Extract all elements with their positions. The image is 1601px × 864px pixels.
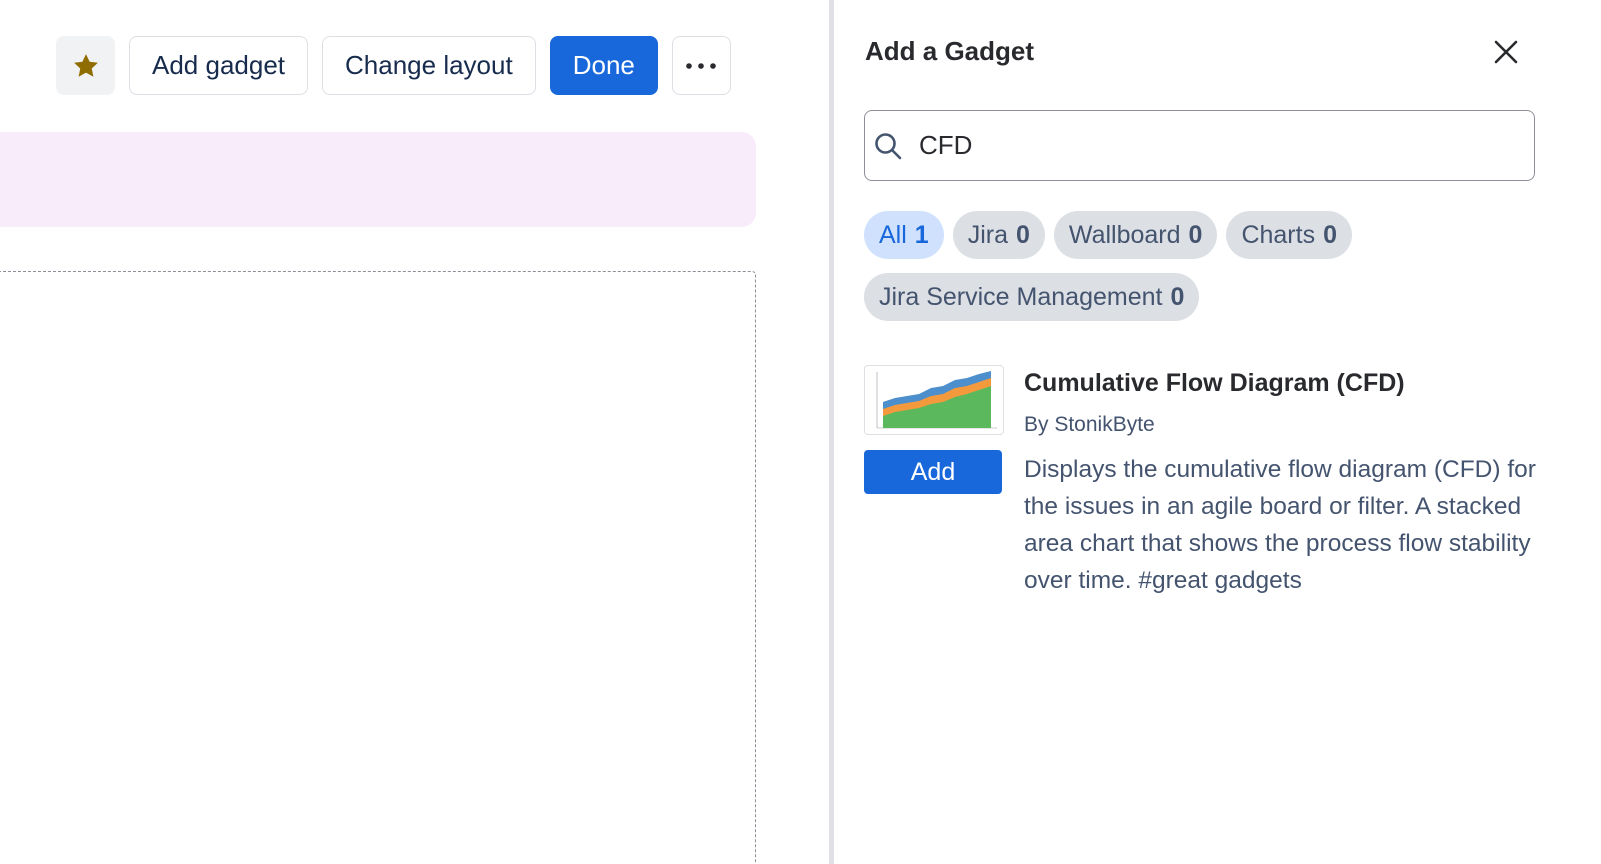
filter-chip-all[interactable]: All 1 bbox=[864, 211, 944, 259]
chip-count: 0 bbox=[1170, 282, 1185, 311]
gadget-drop-zone[interactable] bbox=[0, 271, 756, 864]
filter-chip-wallboard[interactable]: Wallboard 0 bbox=[1053, 211, 1218, 259]
dashboard-toolbar: Add gadget Change layout Done bbox=[56, 36, 731, 95]
close-icon bbox=[1494, 40, 1518, 64]
star-icon bbox=[73, 53, 98, 77]
filter-chip-jira[interactable]: Jira 0 bbox=[952, 211, 1045, 259]
chip-label: Wallboard bbox=[1068, 220, 1181, 249]
gadget-author: By StonikByte bbox=[1024, 413, 1155, 436]
done-button[interactable]: Done bbox=[549, 36, 658, 95]
chip-count: 0 bbox=[1188, 220, 1203, 249]
chip-label: Charts bbox=[1241, 220, 1316, 249]
more-actions-button[interactable] bbox=[671, 36, 731, 95]
filter-chips: All 1 Jira 0 Wallboard 0 Charts 0 Jira S… bbox=[864, 211, 1544, 321]
chip-label: All bbox=[879, 220, 907, 249]
search-icon bbox=[873, 131, 903, 161]
change-layout-button[interactable]: Change layout bbox=[322, 36, 536, 95]
search-input[interactable] bbox=[919, 130, 1519, 161]
filter-chip-jira-service-management[interactable]: Jira Service Management 0 bbox=[864, 273, 1200, 321]
add-gadget-panel: Add a Gadget All 1 Jira 0 bbox=[834, 0, 1601, 864]
gadget-title[interactable]: Cumulative Flow Diagram (CFD) bbox=[1024, 369, 1405, 398]
chip-label: Jira Service Management bbox=[879, 282, 1163, 311]
search-box[interactable] bbox=[864, 110, 1535, 181]
close-button[interactable] bbox=[1488, 34, 1524, 70]
chip-count: 0 bbox=[1016, 220, 1030, 249]
filter-chip-charts[interactable]: Charts 0 bbox=[1226, 211, 1352, 259]
cfd-chart-thumbnail bbox=[864, 365, 1004, 435]
chip-label: Jira bbox=[967, 220, 1008, 249]
chip-count: 1 bbox=[914, 220, 929, 249]
dashboard-page: Add gadget Change layout Done Add a Gadg… bbox=[0, 0, 1601, 864]
chip-count: 0 bbox=[1323, 220, 1337, 249]
dashboard-banner bbox=[0, 132, 756, 227]
panel-title: Add a Gadget bbox=[865, 36, 1035, 66]
gadget-description: Displays the cumulative flow diagram (CF… bbox=[1024, 456, 1536, 594]
star-button[interactable] bbox=[56, 36, 115, 95]
more-horizontal-icon bbox=[686, 62, 717, 69]
add-gadget-result-button[interactable]: Add bbox=[864, 450, 1002, 494]
add-gadget-button[interactable]: Add gadget bbox=[129, 36, 309, 95]
